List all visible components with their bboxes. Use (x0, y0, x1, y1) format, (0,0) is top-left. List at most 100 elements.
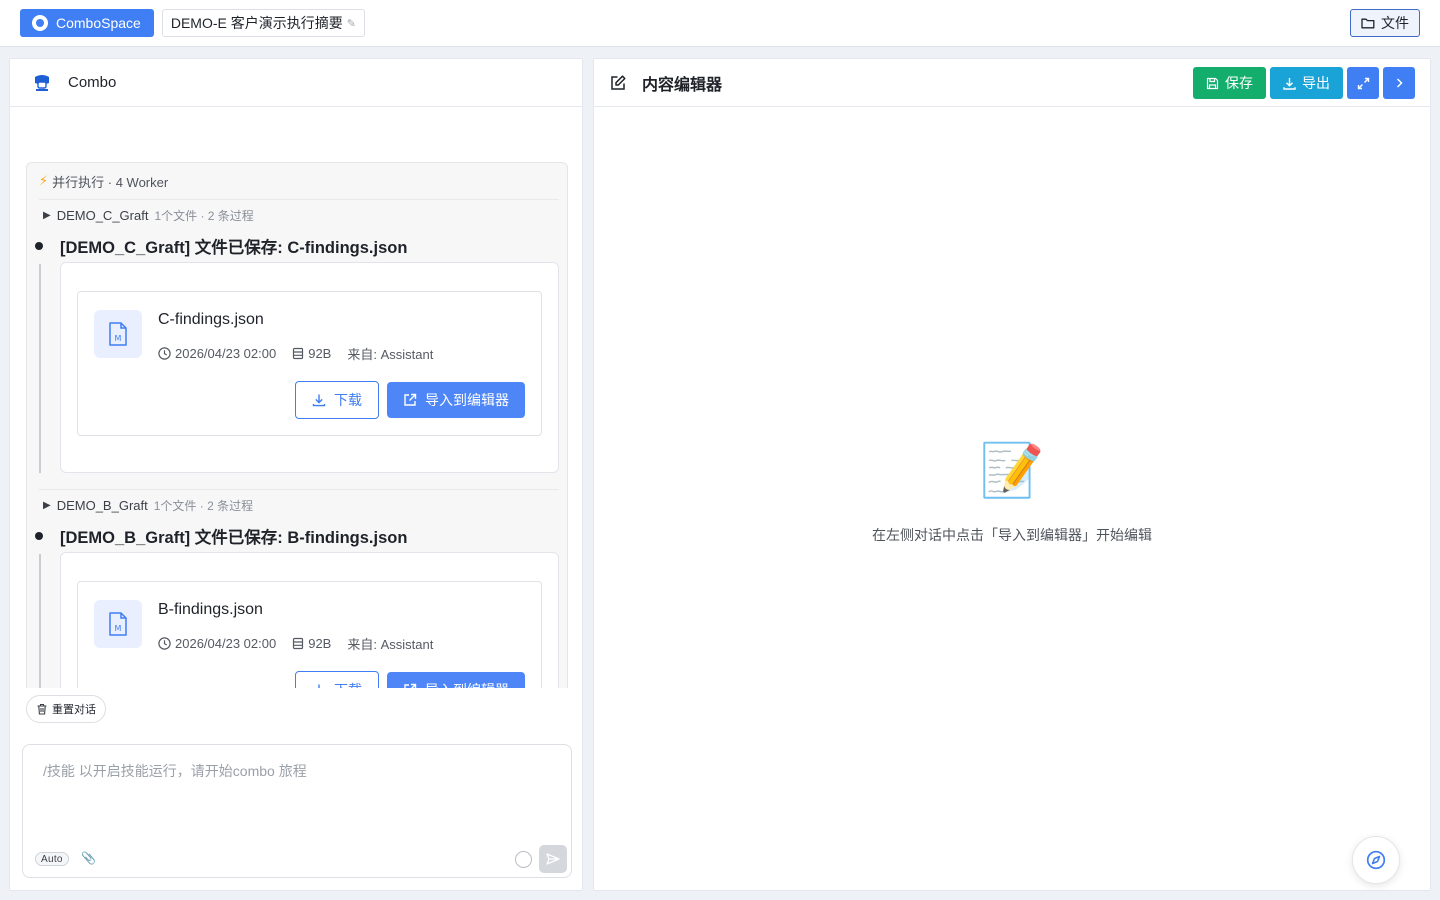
database-icon (293, 347, 304, 360)
caret-right-icon: ▶ (43, 499, 51, 511)
worker-name: DEMO_B_Graft (56, 497, 148, 513)
file-card: M B-findings.json 2026/04/23 02:00 92B 来… (77, 581, 542, 688)
file-source: 来自: Assistant (347, 637, 434, 652)
editor-toolbar: 保存 导出 (1193, 67, 1415, 99)
reset-conversation-button[interactable]: 重置对话 (26, 695, 106, 723)
file-meta: 2026/04/23 02:00 92B 来自: Assistant (158, 634, 449, 653)
file-meta: 2026/04/23 02:00 92B 来自: Assistant (158, 344, 449, 363)
download-icon (312, 394, 326, 407)
message-body: M C-findings.json 2026/04/23 02:00 92B 来… (39, 262, 559, 489)
export-label: 导出 (1302, 75, 1330, 91)
top-bar: ComboSpace DEMO-E 客户演示执行摘要 ✎ 文件 (0, 0, 1440, 47)
parallel-execution-block: ⚡ 并行执行 · 4 Worker ▶ DEMO_C_Graft 1个文件 · … (26, 162, 568, 688)
markdown-file-icon: M (94, 600, 142, 648)
project-title: DEMO-E 客户演示执行摘要 (170, 15, 343, 31)
parallel-header: ⚡ 并行执行 · 4 Worker (39, 163, 559, 200)
message-composer: Auto 📎 (22, 744, 572, 878)
worker-toggle-c[interactable]: ▶ DEMO_C_Graft 1个文件 · 2 条过程 (39, 200, 559, 230)
save-label: 保存 (1225, 75, 1253, 91)
export-button[interactable]: 导出 (1270, 67, 1343, 99)
chat-header: Combo (10, 59, 582, 107)
import-to-editor-button[interactable]: 导入到编辑器 (387, 382, 525, 418)
external-link-icon (404, 393, 417, 406)
editor-title: 内容编辑器 (642, 76, 723, 94)
brand-label: ComboSpace (56, 15, 141, 31)
import-label: 导入到编辑器 (425, 392, 509, 408)
download-label: 下载 (334, 392, 362, 408)
worker-message: [DEMO_C_Graft] 文件已保存: C-findings.json (35, 230, 559, 262)
caret-right-icon: ▶ (43, 209, 51, 221)
file-time: 2026/04/23 02:00 (175, 636, 277, 651)
editor-panel: 内容编辑器 保存 导出 📝 在左侧对话中点击「导入到编辑器」开始编辑 (593, 58, 1431, 891)
files-button[interactable]: 文件 (1350, 9, 1420, 37)
thread-line (39, 264, 41, 473)
download-icon (318, 684, 320, 688)
status-circle-icon (515, 851, 532, 868)
parallel-label: 并行执行 · 4 Worker (52, 174, 169, 190)
file-size: 92B (308, 636, 332, 651)
message-text: [DEMO_B_Graft] 文件已保存: B-findings.json (60, 529, 408, 547)
file-source: 来自: Assistant (347, 347, 434, 362)
message-input[interactable] (23, 745, 571, 841)
thread-line (39, 554, 41, 688)
svg-text:M: M (115, 334, 122, 343)
expand-button[interactable] (1347, 67, 1379, 99)
project-title-chip[interactable]: DEMO-E 客户演示执行摘要 ✎ (161, 9, 365, 37)
pencil-icon: ✎ (346, 17, 356, 30)
download-label: 下载 (334, 680, 362, 688)
download-icon (1283, 77, 1296, 90)
file-name: B-findings.json (158, 601, 263, 618)
download-button[interactable]: 下载 (295, 671, 379, 688)
mode-tag[interactable]: Auto (35, 852, 69, 866)
save-icon (1206, 77, 1219, 89)
bullet-icon (35, 532, 43, 540)
robot-icon (35, 74, 49, 91)
brand-button[interactable]: ComboSpace (20, 9, 154, 37)
worker-message: [DEMO_B_Graft] 文件已保存: B-findings.json (35, 520, 559, 552)
empty-hint: 在左侧对话中点击「导入到编辑器」开始编辑 (872, 527, 1152, 543)
file-card-wrapper: M B-findings.json 2026/04/23 02:00 92B 来… (60, 552, 559, 688)
compass-button[interactable] (1352, 836, 1400, 884)
compass-icon (1366, 850, 1386, 870)
import-to-editor-button[interactable]: 导入到编辑器 (387, 672, 525, 688)
file-card: M C-findings.json 2026/04/23 02:00 92B 来… (77, 291, 542, 436)
file-card-wrapper: M C-findings.json 2026/04/23 02:00 92B 来… (60, 262, 559, 473)
send-button[interactable] (539, 845, 567, 873)
message-body: M B-findings.json 2026/04/23 02:00 92B 来… (39, 552, 559, 688)
reset-label: 重置对话 (52, 704, 96, 716)
import-label: 导入到编辑器 (425, 680, 509, 688)
file-name: C-findings.json (158, 311, 264, 328)
bullet-icon (35, 242, 43, 250)
clock-icon (158, 347, 171, 360)
file-size: 92B (308, 346, 332, 361)
collapse-panel-button[interactable] (1383, 67, 1415, 99)
worker-meta: 1个文件 · 2 条过程 (153, 498, 254, 513)
chat-panel: Combo ⚡ 并行执行 · 4 Worker ▶ DEMO_C_Graft 1… (9, 58, 583, 891)
chat-title: Combo (68, 74, 117, 91)
worker-name: DEMO_C_Graft (56, 207, 149, 223)
svg-text:M: M (115, 624, 122, 633)
save-button[interactable]: 保存 (1193, 67, 1266, 99)
download-button[interactable]: 下载 (295, 381, 379, 419)
send-icon (546, 853, 560, 865)
editor-empty-state: 📝 在左侧对话中点击「导入到编辑器」开始编辑 (594, 441, 1430, 545)
combospace-logo-icon (32, 15, 48, 31)
paperclip-icon[interactable]: 📎 (81, 851, 96, 865)
expand-icon (1357, 77, 1369, 89)
database-icon (293, 637, 304, 650)
files-label: 文件 (1381, 15, 1409, 31)
message-text: [DEMO_C_Graft] 文件已保存: C-findings.json (60, 239, 408, 257)
worker-toggle-b[interactable]: ▶ DEMO_B_Graft 1个文件 · 2 条过程 (39, 490, 559, 520)
chat-messages[interactable]: ⚡ 并行执行 · 4 Worker ▶ DEMO_C_Graft 1个文件 · … (26, 162, 568, 688)
memo-icon: 📝 (979, 442, 1045, 500)
trash-icon (37, 703, 47, 715)
edit-icon (611, 74, 626, 90)
folder-icon (1361, 18, 1375, 29)
markdown-file-icon: M (94, 310, 142, 358)
external-link-icon (404, 683, 417, 688)
lightning-icon: ⚡ (39, 173, 49, 188)
file-time: 2026/04/23 02:00 (175, 346, 277, 361)
clock-icon (158, 637, 171, 650)
worker-meta: 1个文件 · 2 条过程 (154, 208, 254, 223)
chevron-right-icon (1396, 78, 1403, 88)
